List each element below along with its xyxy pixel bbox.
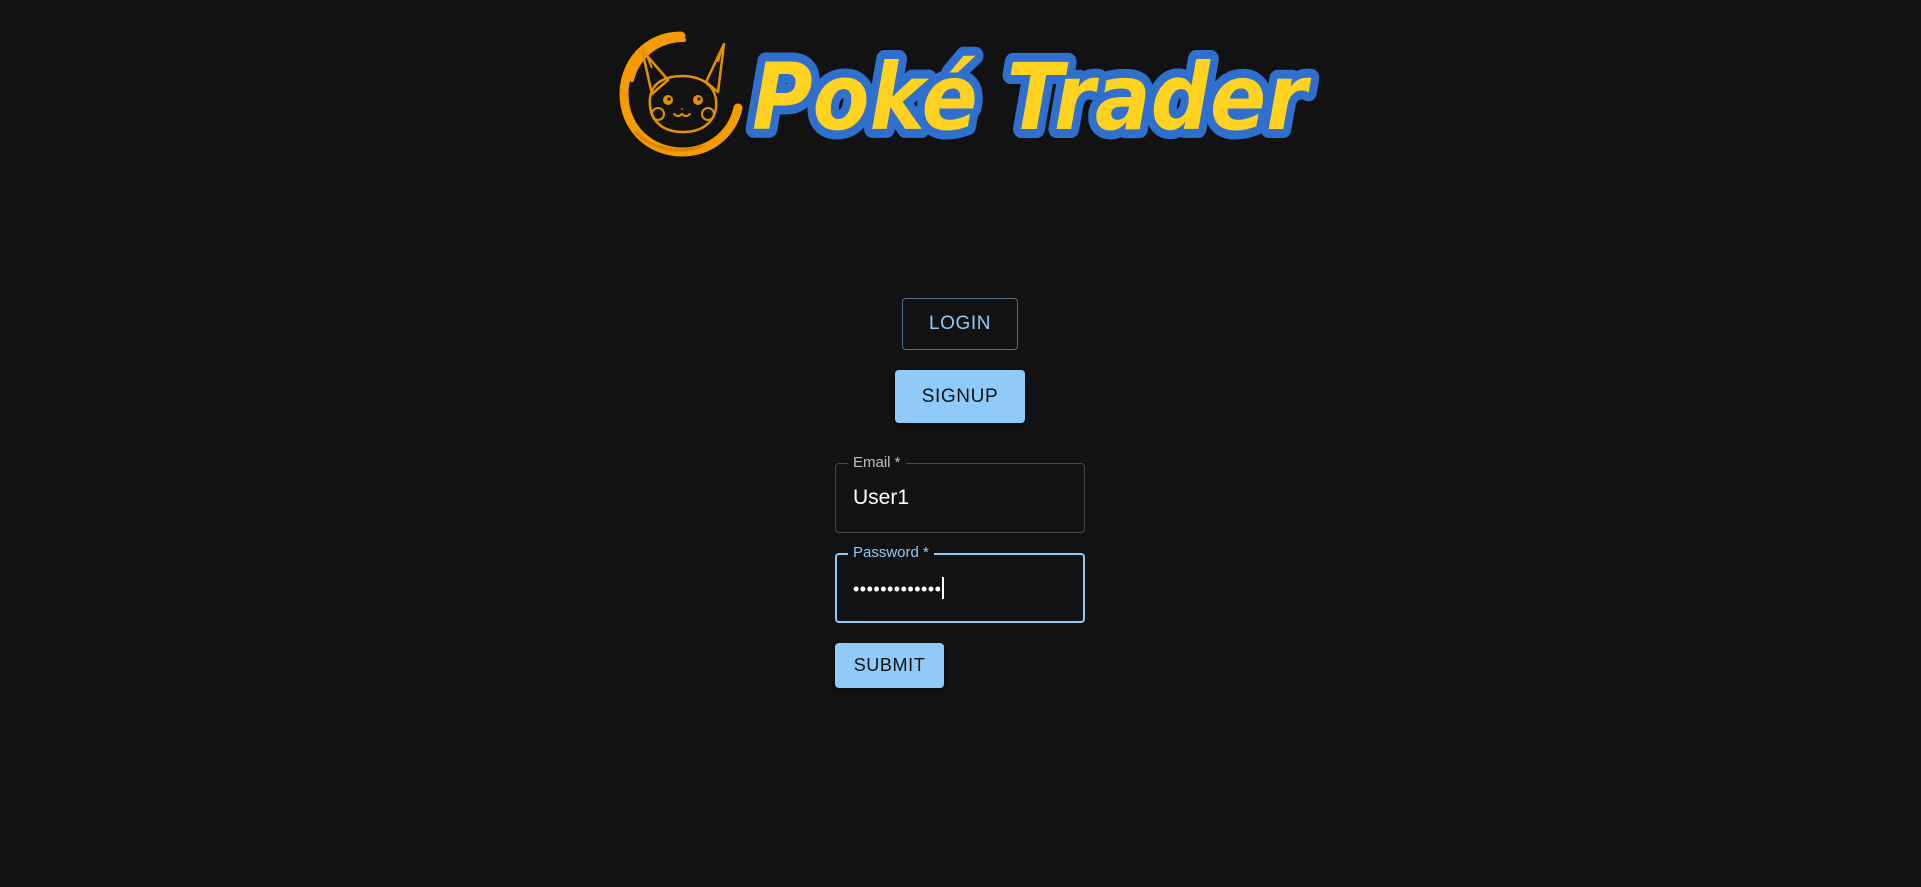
signup-tab-button[interactable]: SIGNUP [895, 370, 1025, 423]
email-input[interactable]: User1 [853, 485, 909, 511]
login-page: Poké Trader Poké Trader LOGIN SIGNUP Ema… [0, 0, 1921, 887]
password-field[interactable]: Password * ••••••••••••• [835, 543, 1085, 623]
password-label: Password * [848, 543, 934, 563]
pikachu-face-icon [619, 31, 743, 157]
email-field[interactable]: Email * User1 [835, 453, 1085, 533]
password-input[interactable]: ••••••••••••• [853, 576, 945, 602]
login-tab-button[interactable]: LOGIN [902, 298, 1018, 350]
logo-wordmark: Poké Trader Poké Trader [743, 35, 1321, 160]
submit-button[interactable]: SUBMIT [835, 643, 944, 688]
text-caret [942, 577, 945, 599]
svg-text:Poké Trader: Poké Trader [752, 44, 1312, 151]
password-masked-text: ••••••••••••• [853, 579, 942, 599]
email-label: Email * [848, 453, 906, 473]
poke-trader-logo: Poké Trader Poké Trader [618, 24, 1321, 162]
